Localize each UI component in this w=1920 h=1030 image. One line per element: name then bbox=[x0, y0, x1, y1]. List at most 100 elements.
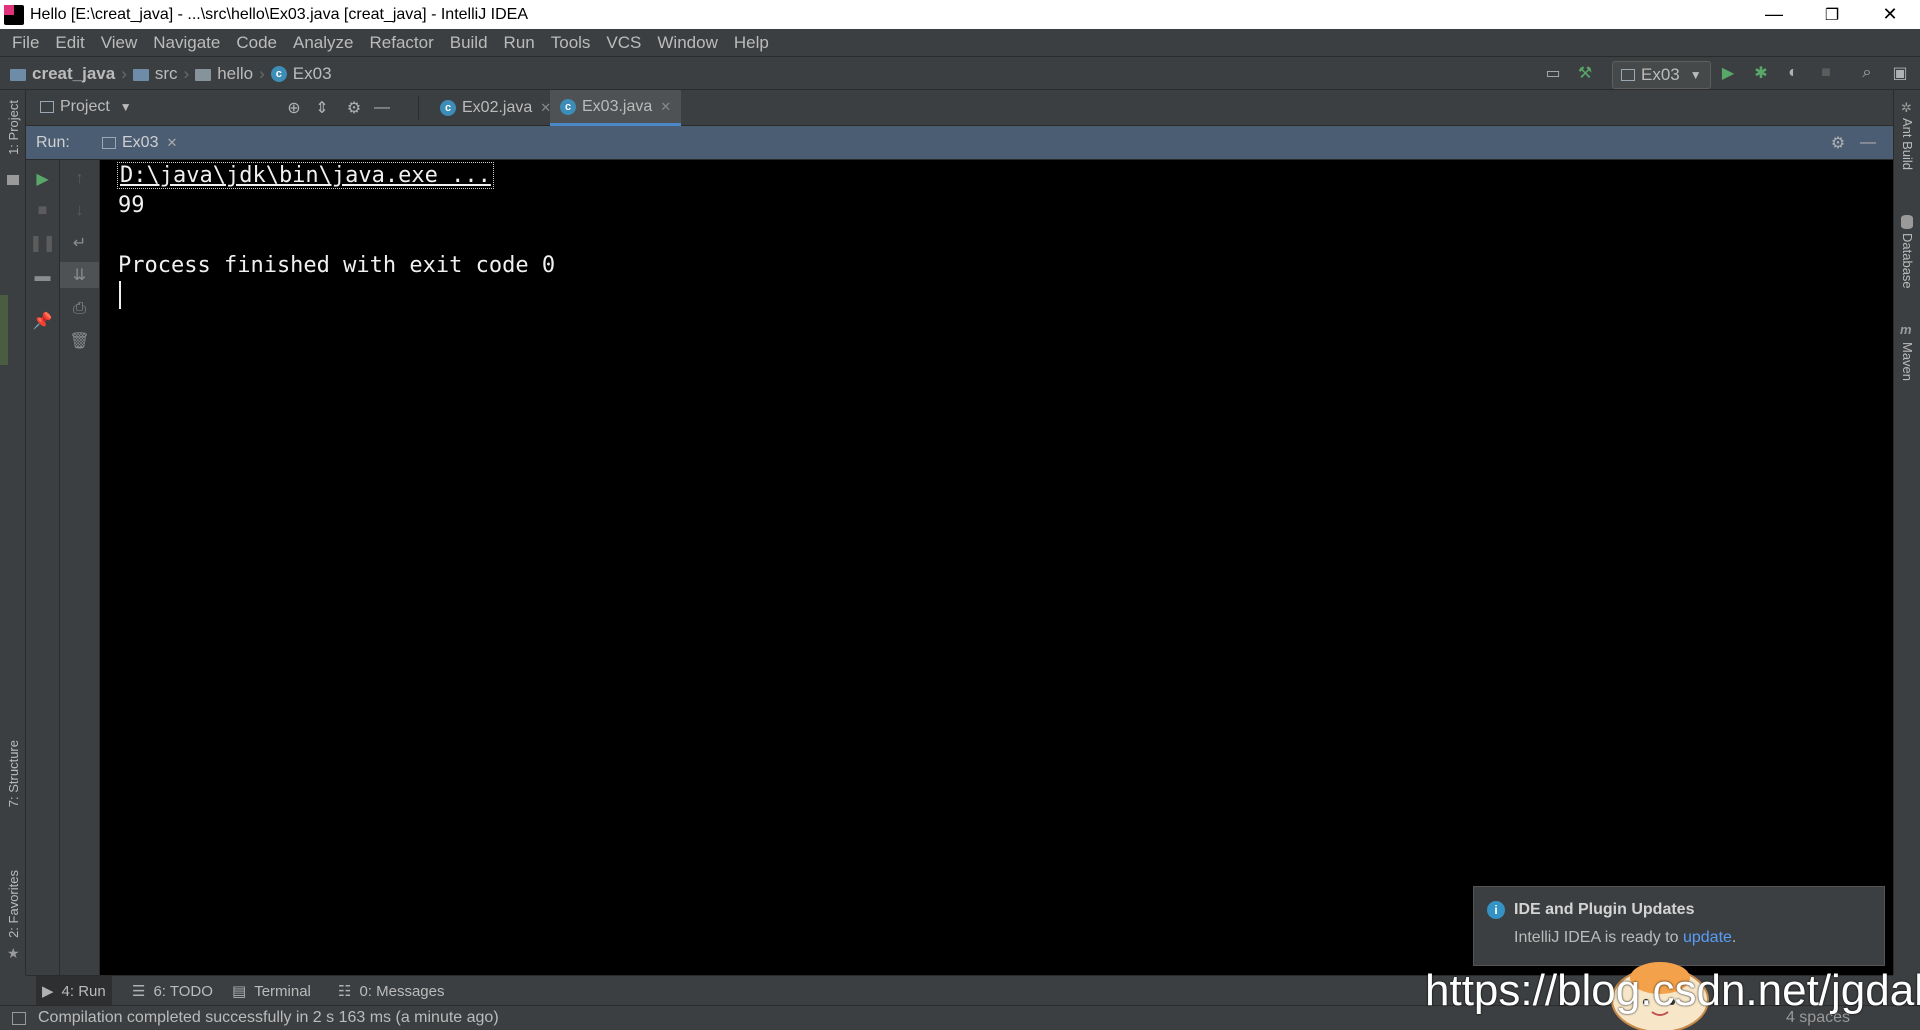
notification-body: IntelliJ IDEA is ready to update. bbox=[1514, 929, 1736, 947]
run-tab-ex03[interactable]: Ex03 ✕ bbox=[92, 126, 187, 160]
tab-ex03-java[interactable]: c Ex03.java ✕ bbox=[550, 90, 682, 126]
menu-refactor[interactable]: Refactor bbox=[365, 33, 437, 53]
down-arrow-icon[interactable]: ↓ bbox=[60, 198, 99, 224]
run-toolbar-secondary: ↑ ↓ ↵ ⇊ ⎙ 🗑 bbox=[60, 160, 100, 975]
database-tool-button[interactable]: Database bbox=[1900, 233, 1915, 289]
menu-view[interactable]: View bbox=[97, 33, 142, 53]
tab-run[interactable]: ▶ 4: Run bbox=[36, 976, 112, 1006]
build-hammer-icon[interactable]: ⚒ bbox=[1573, 61, 1597, 85]
pin-icon[interactable]: 📌 bbox=[26, 308, 59, 334]
chevron-down-icon: ▼ bbox=[119, 100, 132, 114]
menu-vcs[interactable]: VCS bbox=[602, 33, 645, 53]
tab-todo-label: 6: TODO bbox=[153, 982, 213, 1000]
maximize-button[interactable]: ❐ bbox=[1803, 0, 1861, 29]
maven-tool-button[interactable]: Maven bbox=[1900, 342, 1915, 381]
locate-icon[interactable]: ⊕ bbox=[282, 96, 306, 120]
hide-icon[interactable]: — bbox=[370, 96, 394, 120]
stop-icon[interactable]: ■ bbox=[26, 198, 59, 224]
messages-icon: ☷ bbox=[338, 983, 352, 1000]
search-icon[interactable]: ⌕ bbox=[1855, 61, 1879, 85]
breadcrumb-separator: › bbox=[121, 64, 127, 83]
run-toolbar-primary: ▶ ■ ❚❚ ▬ 📌 bbox=[26, 160, 60, 975]
menu-analyze[interactable]: Analyze bbox=[289, 33, 357, 53]
console-exit-line: Process finished with exit code 0 bbox=[118, 253, 556, 278]
chevron-down-icon: ▼ bbox=[1689, 68, 1702, 82]
gear-icon[interactable]: ⚙ bbox=[342, 96, 366, 120]
menu-code[interactable]: Code bbox=[232, 33, 281, 53]
collapse-all-icon[interactable]: ⇕ bbox=[310, 96, 334, 120]
gear-icon[interactable]: ⚙ bbox=[1826, 131, 1850, 155]
close-button[interactable]: ✕ bbox=[1861, 0, 1919, 29]
tab-messages-label: 0: Messages bbox=[359, 982, 445, 1000]
notification-period: . bbox=[1731, 929, 1737, 946]
rerun-icon[interactable]: ▶ bbox=[26, 166, 59, 192]
tab-todo[interactable]: ☰ 6: TODO bbox=[126, 976, 219, 1006]
class-icon: c bbox=[560, 98, 576, 115]
project-view-label: Project bbox=[60, 98, 110, 115]
structure-tool-button[interactable]: 7: Structure bbox=[6, 740, 21, 807]
text-caret bbox=[119, 281, 121, 309]
toolbox-icon[interactable]: ▣ bbox=[1888, 61, 1912, 85]
close-tab-icon[interactable]: ✕ bbox=[166, 135, 177, 151]
window-title: Hello [E:\creat_java] - ...\src\hello\Ex… bbox=[30, 5, 528, 23]
scroll-to-end-icon[interactable]: ⇊ bbox=[60, 262, 99, 288]
menu-help[interactable]: Help bbox=[730, 33, 773, 53]
notification-text: IntelliJ IDEA is ready to bbox=[1514, 929, 1683, 946]
tab-messages[interactable]: ☷ 0: Messages bbox=[332, 976, 451, 1006]
run-indicator bbox=[0, 295, 8, 365]
menu-tools[interactable]: Tools bbox=[547, 33, 595, 53]
breadcrumb-file[interactable]: Ex03 bbox=[293, 64, 332, 84]
restore-layout-icon[interactable]: ▬ bbox=[26, 264, 59, 290]
database-icon bbox=[1901, 215, 1913, 229]
stop-icon[interactable]: ■ bbox=[1814, 61, 1838, 85]
print-icon[interactable]: ⎙ bbox=[60, 296, 99, 322]
menu-bar: File Edit View Navigate Code Analyze Ref… bbox=[0, 29, 1920, 56]
tool-window-header: Project ▼ ⊕ ⇕ ⚙ — c Ex02.java ✕ c Ex03.j… bbox=[26, 90, 1893, 126]
menu-edit[interactable]: Edit bbox=[51, 33, 88, 53]
breadcrumb-package[interactable]: hello bbox=[217, 64, 253, 84]
run-config-select[interactable]: Ex03 ▼ bbox=[1612, 61, 1711, 89]
status-message: Compilation completed successfully in 2 … bbox=[38, 1009, 499, 1026]
debug-icon[interactable]: ✱ bbox=[1749, 61, 1773, 85]
tab-terminal-label: Terminal bbox=[254, 982, 311, 1000]
breadcrumb-src[interactable]: src bbox=[155, 64, 178, 84]
favorites-tool-button[interactable]: 2: Favorites bbox=[6, 870, 21, 938]
project-tool-button[interactable]: 1: Project bbox=[6, 100, 21, 155]
coverage-icon[interactable]: ◐ bbox=[1781, 61, 1805, 85]
class-icon: c bbox=[440, 100, 456, 116]
todo-icon: ☰ bbox=[132, 983, 146, 1000]
divider bbox=[418, 96, 419, 120]
run-label: Run: bbox=[36, 134, 70, 151]
menu-file[interactable]: File bbox=[8, 33, 43, 53]
run-config-icon bbox=[1621, 69, 1635, 81]
soft-wrap-icon[interactable]: ↵ bbox=[60, 230, 99, 256]
project-structure-icon[interactable]: ▭ bbox=[1541, 61, 1565, 85]
project-view-selector[interactable]: Project ▼ bbox=[40, 98, 132, 116]
menu-window[interactable]: Window bbox=[653, 33, 721, 53]
breadcrumb-project[interactable]: creat_java bbox=[32, 64, 115, 84]
status-toggle-icon[interactable] bbox=[12, 1012, 26, 1025]
update-link[interactable]: update bbox=[1683, 929, 1732, 946]
maven-icon: m bbox=[1900, 322, 1912, 337]
title-bar: Hello [E:\creat_java] - ...\src\hello\Ex… bbox=[0, 0, 1920, 29]
hide-icon[interactable]: — bbox=[1856, 131, 1880, 155]
trash-icon[interactable]: 🗑 bbox=[60, 328, 99, 354]
class-icon: c bbox=[270, 66, 287, 82]
tab-terminal[interactable]: ▤ Terminal bbox=[226, 976, 317, 1006]
console-output[interactable]: D:\java\jdk\bin\java.exe ... 99 Process … bbox=[100, 160, 1893, 975]
console-command-line[interactable]: D:\java\jdk\bin\java.exe ... bbox=[117, 162, 494, 189]
tab-ex02-java[interactable]: c Ex02.java ✕ bbox=[430, 90, 561, 126]
left-tool-stripe: 1: Project 7: Structure 2: Favorites ★ bbox=[0, 90, 26, 975]
breadcrumb-separator: › bbox=[183, 64, 190, 83]
breadcrumb-separator: › bbox=[259, 64, 265, 83]
menu-run[interactable]: Run bbox=[500, 33, 539, 53]
up-arrow-icon[interactable]: ↑ bbox=[60, 166, 99, 192]
pause-icon[interactable]: ❚❚ bbox=[26, 230, 59, 256]
menu-build[interactable]: Build bbox=[446, 33, 492, 53]
minimize-button[interactable]: — bbox=[1745, 0, 1803, 29]
ant-build-tool-button[interactable]: Ant Build bbox=[1900, 118, 1915, 170]
menu-navigate[interactable]: Navigate bbox=[149, 33, 224, 53]
close-tab-icon[interactable]: ✕ bbox=[660, 99, 671, 115]
run-icon[interactable]: ▶ bbox=[1716, 61, 1740, 85]
project-folder-icon bbox=[10, 69, 26, 81]
